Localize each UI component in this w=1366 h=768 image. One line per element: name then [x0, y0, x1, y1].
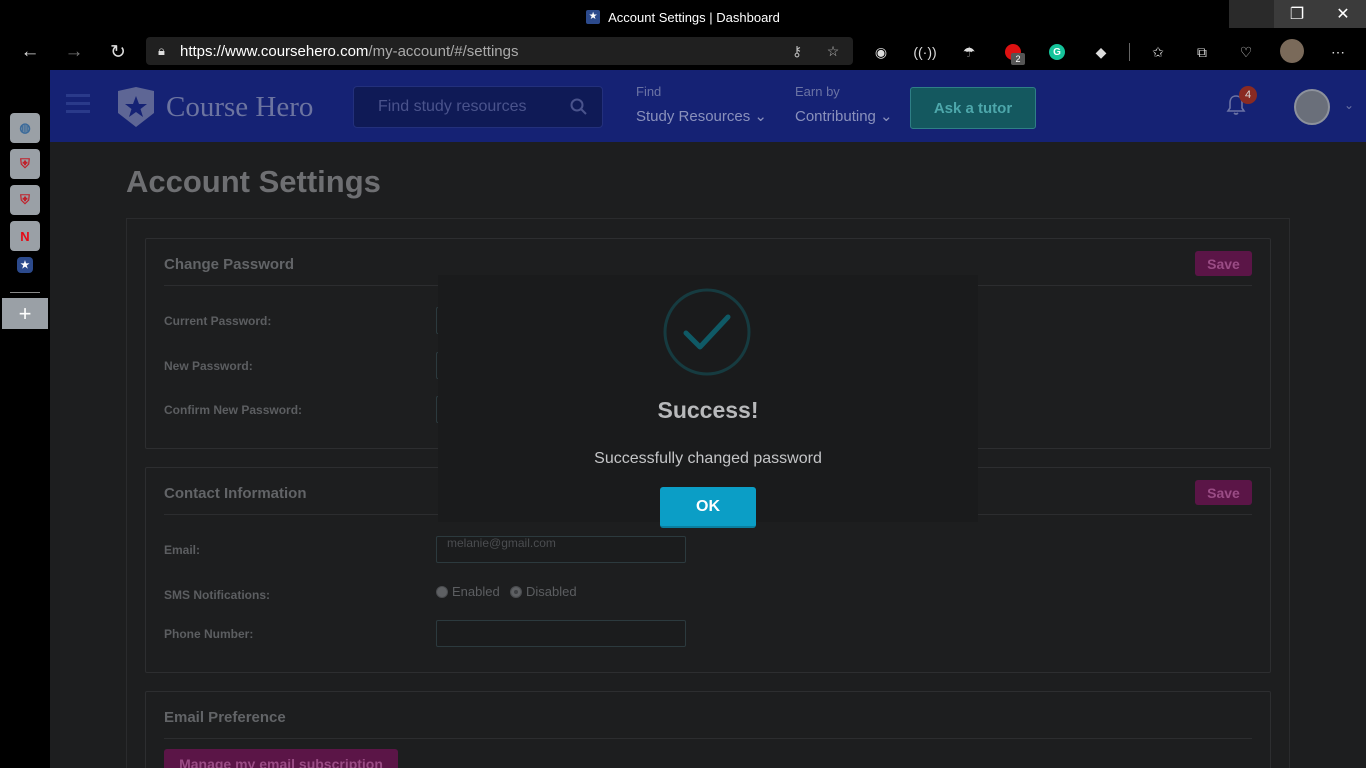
radio-label: Disabled [526, 584, 577, 599]
nav-small-label: Earn by [795, 84, 840, 99]
new-password-label: New Password: [164, 359, 253, 373]
nav-earn-contributing[interactable]: Earn by Contributing ⌄ [795, 84, 893, 125]
extension-gem-icon[interactable]: ◆ [1087, 38, 1115, 66]
chevron-down-icon[interactable]: ⌄ [1344, 98, 1354, 112]
extension-badge: 2 [1011, 53, 1025, 65]
modal-title: Success! [657, 397, 759, 423]
refresh-button[interactable]: ↻ [103, 37, 133, 67]
vtab-coursehero-icon[interactable]: ★ [17, 257, 33, 273]
collections-icon[interactable]: ⧉ [1188, 38, 1216, 66]
page-content: Course Hero Find study resources Find St… [50, 70, 1366, 768]
phone-number-label: Phone Number: [164, 627, 254, 641]
coursehero-logo[interactable]: Course Hero [116, 87, 313, 127]
ok-button[interactable]: OK [660, 487, 756, 528]
success-check-icon [663, 288, 751, 376]
more-menu-icon[interactable]: ⋯ [1324, 38, 1352, 66]
nav-label: Study Resources ⌄ [636, 108, 767, 125]
vtab-shield-icon[interactable]: ⛨ [10, 185, 40, 215]
profile-avatar[interactable] [1280, 39, 1304, 63]
url-host: https://www.coursehero.com [180, 42, 369, 60]
logo-shield-icon [118, 87, 154, 127]
browser-essentials-icon[interactable]: ♡ [1232, 38, 1260, 66]
add-favorite-icon[interactable]: ☆ [822, 40, 844, 62]
user-avatar[interactable] [1294, 89, 1330, 125]
restore-button[interactable]: ❐ [1274, 0, 1320, 28]
close-window-button[interactable]: ✕ [1320, 0, 1366, 28]
logo-text: Course Hero [166, 90, 314, 123]
sms-disabled-radio[interactable]: Disabled [510, 584, 577, 599]
radio-label: Enabled [452, 584, 500, 599]
window-title-area: ★ Account Settings | Dashboard [0, 0, 1366, 34]
favorites-icon[interactable]: ✩ [1144, 38, 1172, 66]
coursehero-favicon-icon: ★ [586, 10, 601, 24]
success-modal: Success! Successfully changed password O… [438, 275, 978, 528]
radio-dot-selected [510, 585, 522, 598]
minimize-button[interactable] [1229, 0, 1274, 28]
hamburger-menu-icon[interactable] [66, 94, 90, 116]
radio-dot [436, 585, 448, 598]
modal-message: Successfully changed password [594, 450, 822, 467]
extension-parachute-icon[interactable]: ☂ [955, 38, 983, 66]
panel-title: Email Preference [164, 709, 286, 726]
current-password-label: Current Password: [164, 314, 272, 328]
page-title: Account Settings [126, 164, 381, 199]
window-title: Account Settings | Dashboard [608, 9, 780, 25]
vtab-netflix-icon[interactable]: N [10, 221, 40, 251]
search-input[interactable]: Find study resources [353, 86, 603, 128]
manage-email-subscription-button[interactable]: Manage my email subscription [164, 749, 398, 768]
email-preference-panel: Email Preference Manage my email subscri… [145, 691, 1271, 768]
extension-broadcast-icon[interactable]: ((·)) [911, 38, 939, 66]
vtab-shield-icon[interactable]: ⛨ [10, 149, 40, 179]
ask-tutor-button[interactable]: Ask a tutor [910, 87, 1036, 129]
phone-number-field[interactable] [436, 620, 686, 647]
panel-title: Change Password [164, 256, 295, 273]
key-icon[interactable]: ⚷ [786, 40, 808, 62]
save-password-button[interactable]: Save [1195, 251, 1252, 276]
nav-label: Contributing ⌄ [795, 108, 893, 125]
url-path: /my-account/#/settings [368, 42, 519, 60]
forward-button[interactable]: → [59, 37, 89, 67]
notification-count-badge: 4 [1239, 86, 1257, 104]
panel-title: Contact Information [164, 485, 307, 502]
email-field[interactable]: melanie@gmail.com [436, 536, 686, 563]
back-button[interactable]: ← [15, 37, 45, 67]
search-icon[interactable] [570, 98, 588, 121]
toolbar-divider [1129, 43, 1130, 61]
address-bar[interactable]: 🔒︎ https://www.coursehero.com/my-account… [146, 37, 853, 65]
nav-small-label: Find [636, 84, 662, 99]
nav-find-study-resources[interactable]: Find Study Resources ⌄ [636, 84, 767, 125]
grammarly-icon[interactable]: G [1043, 38, 1071, 66]
vtab-globe-icon[interactable]: ◍ [10, 113, 40, 143]
extension-owl-icon[interactable]: ◉ [867, 38, 895, 66]
save-contact-button[interactable]: Save [1195, 480, 1252, 505]
divider [164, 738, 1252, 739]
sms-enabled-radio[interactable]: Enabled [436, 584, 500, 599]
vtab-divider [10, 292, 40, 293]
confirm-password-label: Confirm New Password: [164, 403, 303, 417]
sms-notifications-label: SMS Notifications: [164, 588, 271, 602]
email-label: Email: [164, 543, 201, 557]
new-tab-button[interactable]: + [2, 298, 48, 329]
lock-icon: 🔒︎ [158, 43, 165, 58]
